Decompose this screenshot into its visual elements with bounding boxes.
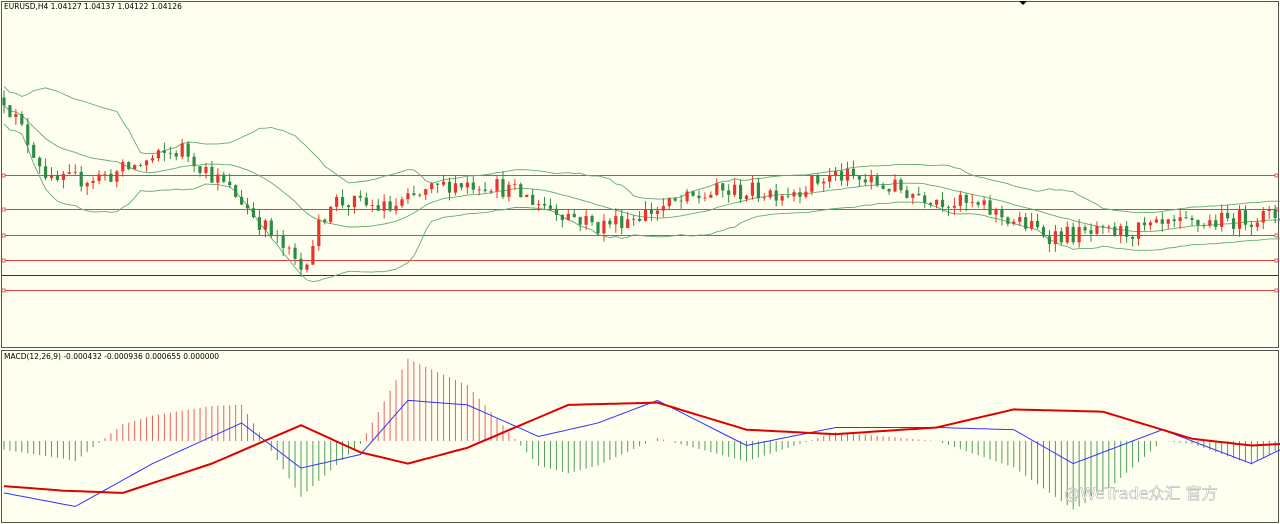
level-handle-1-r[interactable] [1274, 173, 1279, 178]
candle[interactable] [234, 184, 238, 198]
level-handle-5-l[interactable] [1, 288, 6, 293]
candle[interactable] [596, 221, 600, 236]
level-handle-4-r[interactable] [1274, 258, 1279, 263]
watermark: @WeTrade众汇 官方 [1064, 484, 1218, 503]
level-handle-5-r[interactable] [1274, 288, 1279, 293]
price-panel-header: EURUSD,H4 1.04127 1.04137 1.04122 1.0412… [4, 2, 182, 11]
candle[interactable] [519, 182, 523, 198]
level-handle-2-l[interactable] [1, 207, 6, 212]
trading-chart[interactable]: EURUSD,H4 1.04127 1.04137 1.04122 1.0412… [0, 0, 1280, 524]
candle[interactable] [317, 214, 321, 251]
level-handle-1-l[interactable] [1, 173, 6, 178]
macd-panel-header: MACD(12,26,9) -0.000432 -0.000936 0.0006… [4, 352, 219, 361]
candle[interactable] [329, 205, 333, 225]
level-handle-3-r[interactable] [1274, 233, 1279, 238]
level-handle-3-l[interactable] [1, 233, 6, 238]
candle[interactable] [8, 105, 12, 118]
candle[interactable] [269, 217, 273, 238]
candle[interactable] [127, 161, 131, 171]
level-handle-4-l[interactable] [1, 258, 6, 263]
